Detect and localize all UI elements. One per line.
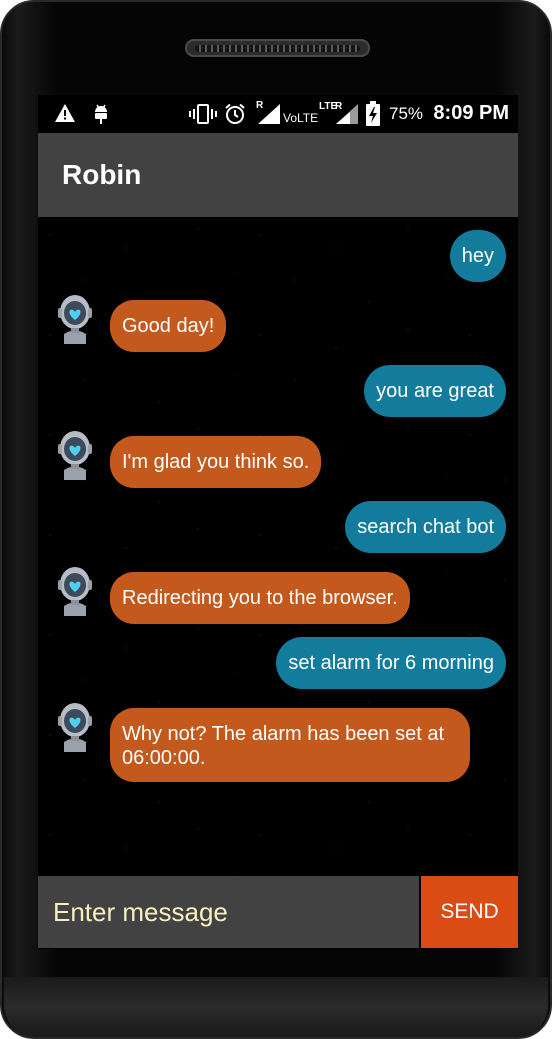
status-bar: R VoLTE LTE R 75% 8:09 PM [38, 95, 518, 133]
user-message-bubble: search chat bot [345, 501, 506, 553]
speaker-grill [195, 45, 360, 52]
phone-chin [4, 977, 548, 1037]
volte-label: VoLTE [283, 111, 319, 125]
battery-charging-icon [365, 101, 381, 132]
android-debug-icon [92, 103, 110, 130]
send-button[interactable]: SEND [421, 876, 518, 948]
phone-frame: R VoLTE LTE R 75% 8:09 PM Robin hey Good… [0, 0, 552, 1039]
bot-message-bubble: Good day! [110, 300, 227, 352]
signal-icon [258, 104, 280, 129]
message-input[interactable] [38, 876, 419, 948]
app-title: Robin [62, 159, 142, 190]
robot-avatar-icon [56, 294, 94, 344]
message-composer: SEND [38, 874, 518, 949]
user-message-bubble: you are great [364, 365, 506, 417]
robot-avatar-icon [56, 566, 94, 616]
chat-message-list[interactable]: hey Good day! you are great I'm glad you… [38, 217, 518, 874]
app-bar: Robin [38, 133, 518, 217]
vibrate-icon [189, 103, 217, 130]
user-message-bubble: set alarm for 6 morning [276, 637, 506, 689]
battery-percent: 75% [389, 104, 424, 123]
signal-2-icon [336, 104, 358, 129]
warning-icon [54, 103, 76, 128]
bot-message-bubble: Why not? The alarm has been set at 06:00… [110, 708, 470, 782]
clock: 8:09 PM [433, 102, 509, 124]
alarm-icon [224, 103, 246, 130]
earpiece-speaker [185, 39, 370, 57]
bot-message-bubble: Redirecting you to the browser. [110, 572, 410, 624]
robot-avatar-icon [56, 702, 94, 752]
user-message-bubble: hey [449, 230, 506, 282]
robot-avatar-icon [56, 430, 94, 480]
bot-message-bubble: I'm glad you think so. [110, 436, 322, 488]
screen: R VoLTE LTE R 75% 8:09 PM Robin hey Good… [38, 95, 518, 949]
